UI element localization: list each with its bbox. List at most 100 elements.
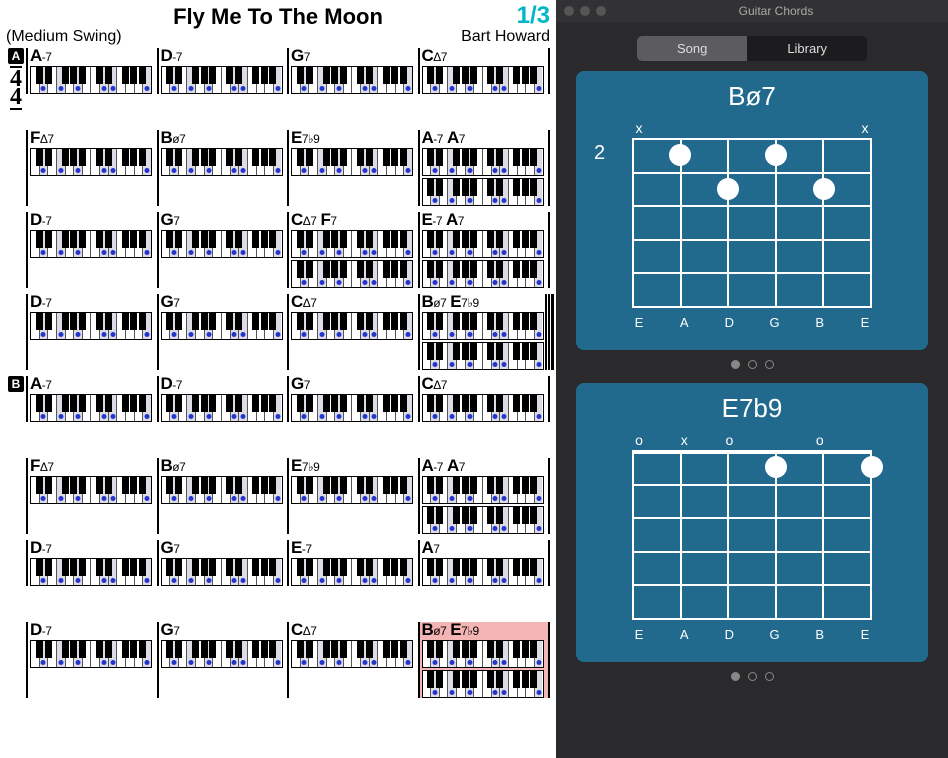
lead-sheet: 1/3 Fly Me To The Moon (Medium Swing) Ba… <box>0 0 556 758</box>
mini-keyboard <box>291 476 413 504</box>
mini-keyboard <box>30 394 152 422</box>
chord-symbol: Bø7 <box>161 456 186 476</box>
bar[interactable]: Bø7E7♭9 <box>418 294 551 370</box>
mini-keyboard <box>161 66 283 94</box>
fretboard: oxooEADGBE <box>612 430 892 650</box>
finger-dot <box>765 144 787 166</box>
bar[interactable]: A-7A7 <box>418 130 551 206</box>
mini-keyboard <box>161 230 283 258</box>
bar[interactable]: G7 <box>157 212 288 288</box>
rehearsal-mark: B <box>8 376 24 392</box>
mini-keyboard <box>161 476 283 504</box>
bar[interactable]: D-7 <box>26 540 157 586</box>
chord-symbol: A-7 <box>30 374 51 394</box>
mini-keyboard <box>422 230 544 258</box>
mini-keyboard <box>422 670 544 698</box>
chord-card[interactable]: E7b9 oxooEADGBE <box>576 383 928 662</box>
bar[interactable]: D-7 <box>26 622 157 698</box>
mini-keyboard <box>30 640 152 668</box>
chord-symbol: A-7 <box>30 46 51 66</box>
bar[interactable]: FΔ7 <box>26 130 157 206</box>
chord-symbol: G7 <box>161 538 180 558</box>
window-title: Guitar Chords <box>612 4 940 18</box>
chord-symbol: D-7 <box>161 374 182 394</box>
mini-keyboard <box>30 66 152 94</box>
page-dot[interactable] <box>748 672 757 681</box>
chord-symbol: G7 <box>291 374 310 394</box>
page-dot[interactable] <box>748 360 757 369</box>
mini-keyboard <box>291 394 413 422</box>
view-segment: Song Library <box>637 36 867 61</box>
chord-card[interactable]: Bø72xxEADGBE <box>576 71 928 350</box>
bar[interactable]: D-7 <box>157 48 288 94</box>
chord-cards: Bø72xxEADGBE E7b9 oxooEADGBE <box>556 71 948 758</box>
mini-keyboard <box>161 640 283 668</box>
close-light[interactable] <box>564 6 574 16</box>
chord-symbol: D-7 <box>161 46 182 66</box>
bar[interactable]: G7 <box>157 622 288 698</box>
chord-name: E7b9 <box>596 393 908 424</box>
chord-symbol: Bø7 <box>161 128 186 148</box>
mini-keyboard <box>161 148 283 176</box>
bar[interactable]: CΔ7 <box>418 48 551 94</box>
bar[interactable]: Bø7E7♭9 <box>418 622 551 698</box>
bar[interactable]: A7 <box>418 540 551 586</box>
bar[interactable]: G7 <box>287 376 418 422</box>
mini-keyboard <box>422 66 544 94</box>
fret-position: 2 <box>594 142 605 165</box>
bar[interactable]: Bø7 <box>157 130 288 206</box>
bar[interactable]: E-7 <box>287 540 418 586</box>
bar[interactable]: A-7A7 <box>418 458 551 534</box>
bar[interactable]: E7♭9 <box>287 130 418 206</box>
mini-keyboard <box>291 312 413 340</box>
bar[interactable]: E7♭9 <box>287 458 418 534</box>
chord-symbol: A7 <box>447 456 465 476</box>
bar[interactable]: A-7 <box>26 376 157 422</box>
tab-song[interactable]: Song <box>637 36 747 61</box>
bar[interactable]: D-7 <box>26 294 157 370</box>
bar[interactable]: CΔ7 <box>287 622 418 698</box>
mini-keyboard <box>422 342 544 370</box>
chord-symbol: G7 <box>161 620 180 640</box>
chord-symbol: A-7 <box>422 456 443 476</box>
chord-symbol: E7♭9 <box>450 292 478 312</box>
titlebar: Guitar Chords <box>556 0 948 22</box>
mini-keyboard <box>161 558 283 586</box>
tab-library[interactable]: Library <box>747 36 867 61</box>
chord-symbol: CΔ7 <box>291 620 316 640</box>
string-names: EADGBE <box>632 627 872 642</box>
bar[interactable]: A-7 <box>26 48 157 94</box>
chord-symbol: A7 <box>422 538 440 558</box>
bar[interactable]: D-7 <box>26 212 157 288</box>
page-dot[interactable] <box>731 672 740 681</box>
bar[interactable]: E-7A7 <box>418 212 551 288</box>
chord-symbol: D-7 <box>30 620 51 640</box>
chord-symbol: G7 <box>291 46 310 66</box>
page-dot[interactable] <box>765 672 774 681</box>
mini-keyboard <box>422 558 544 586</box>
mini-keyboard <box>30 476 152 504</box>
page-dot[interactable] <box>731 360 740 369</box>
zoom-light[interactable] <box>596 6 606 16</box>
min-light[interactable] <box>580 6 590 16</box>
bar[interactable]: CΔ7 <box>287 294 418 370</box>
bar[interactable]: CΔ7F7 <box>287 212 418 288</box>
bar[interactable]: G7 <box>287 48 418 94</box>
finger-dot <box>717 178 739 200</box>
chord-symbol: FΔ7 <box>30 128 54 148</box>
page-dot[interactable] <box>765 360 774 369</box>
style-label: (Medium Swing) <box>6 28 122 46</box>
chord-symbol: F7 <box>320 210 336 230</box>
mini-keyboard <box>30 230 152 258</box>
bar[interactable]: CΔ7 <box>418 376 551 422</box>
fretboard: 2xxEADGBE <box>612 118 892 338</box>
bar[interactable]: FΔ7 <box>26 458 157 534</box>
chord-symbol: G7 <box>161 210 180 230</box>
mini-keyboard <box>291 66 413 94</box>
bar[interactable]: G7 <box>157 540 288 586</box>
mini-keyboard <box>422 506 544 534</box>
bar[interactable]: D-7 <box>157 376 288 422</box>
bar[interactable]: G7 <box>157 294 288 370</box>
chord-symbol: CΔ7 <box>291 210 316 230</box>
bar[interactable]: Bø7 <box>157 458 288 534</box>
